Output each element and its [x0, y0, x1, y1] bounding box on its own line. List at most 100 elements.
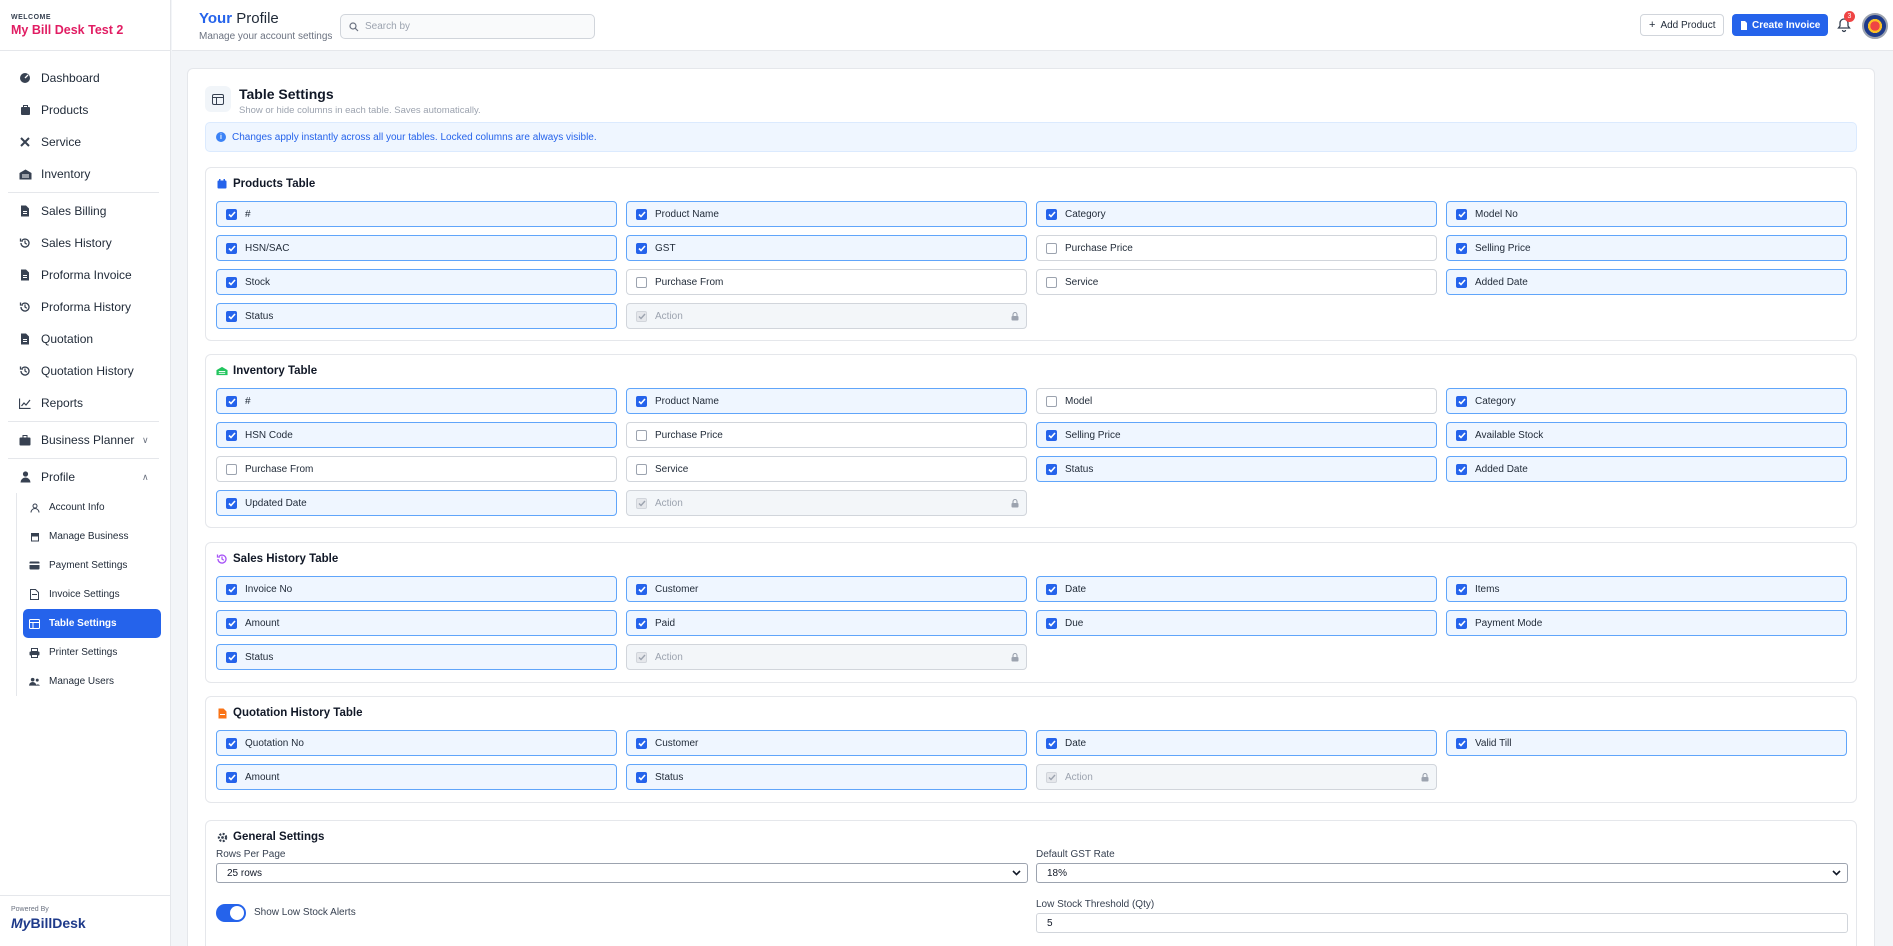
column-toggle-purchase-from[interactable]: Purchase From	[216, 456, 617, 482]
checkbox[interactable]	[226, 429, 237, 441]
column-toggle-payment-mode[interactable]: Payment Mode	[1446, 610, 1847, 636]
sidebar-item-dashboard[interactable]: Dashboard	[0, 62, 170, 94]
column-toggle-added-date[interactable]: Added Date	[1446, 456, 1847, 482]
column-toggle-service[interactable]: Service	[626, 456, 1027, 482]
sidebar-item-inventory[interactable]: Inventory	[0, 158, 170, 190]
column-toggle-amount[interactable]: Amount	[216, 610, 617, 636]
sidebar-item-profile[interactable]: Profile ∧	[0, 461, 170, 493]
submenu-item-invoice-settings[interactable]: Invoice Settings	[23, 580, 161, 609]
sidebar-item-proforma-history[interactable]: Proforma History	[0, 291, 170, 323]
column-toggle-date[interactable]: Date	[1036, 576, 1437, 602]
checkbox[interactable]	[1046, 276, 1057, 288]
column-toggle-selling-price[interactable]: Selling Price	[1446, 235, 1847, 261]
checkbox[interactable]	[226, 276, 237, 288]
checkbox[interactable]	[636, 395, 647, 407]
column-toggle-invoice-no[interactable]: Invoice No	[216, 576, 617, 602]
checkbox[interactable]	[226, 208, 237, 220]
column-toggle-customer[interactable]: Customer	[626, 730, 1027, 756]
checkbox[interactable]	[1456, 583, 1467, 595]
column-toggle-model[interactable]: Model	[1036, 388, 1437, 414]
checkbox[interactable]	[1456, 395, 1467, 407]
checkbox[interactable]	[1456, 208, 1467, 220]
column-toggle-status[interactable]: Status	[1036, 456, 1437, 482]
column-toggle-hsn-sac[interactable]: HSN/SAC	[216, 235, 617, 261]
column-toggle-category[interactable]: Category	[1446, 388, 1847, 414]
sidebar-item-quotation[interactable]: Quotation	[0, 323, 170, 355]
submenu-item-printer-settings[interactable]: Printer Settings	[23, 638, 161, 667]
create-invoice-button[interactable]: Create Invoice	[1732, 14, 1829, 36]
checkbox[interactable]	[1456, 276, 1467, 288]
sidebar-item-sales-history[interactable]: Sales History	[0, 227, 170, 259]
checkbox[interactable]	[1456, 617, 1467, 629]
column-toggle-due[interactable]: Due	[1036, 610, 1437, 636]
column-toggle-service[interactable]: Service	[1036, 269, 1437, 295]
column-toggle-items[interactable]: Items	[1446, 576, 1847, 602]
search-input[interactable]	[365, 21, 565, 32]
checkbox[interactable]	[1456, 737, 1467, 749]
checkbox[interactable]	[636, 463, 647, 475]
submenu-item-payment-settings[interactable]: Payment Settings	[23, 551, 161, 580]
checkbox[interactable]	[1046, 463, 1057, 475]
checkbox[interactable]	[226, 617, 237, 629]
column-toggle-available-stock[interactable]: Available Stock	[1446, 422, 1847, 448]
checkbox[interactable]	[1046, 395, 1057, 407]
checkbox[interactable]	[1046, 617, 1057, 629]
column-toggle-gst[interactable]: GST	[626, 235, 1027, 261]
column-toggle-status[interactable]: Status	[216, 644, 617, 670]
checkbox[interactable]	[226, 497, 237, 509]
column-toggle-date[interactable]: Date	[1036, 730, 1437, 756]
column-toggle-category[interactable]: Category	[1036, 201, 1437, 227]
sidebar-item-proforma-invoice[interactable]: Proforma Invoice	[0, 259, 170, 291]
column-toggle-quotation-no[interactable]: Quotation No	[216, 730, 617, 756]
avatar[interactable]	[1862, 13, 1888, 39]
submenu-item-manage-business[interactable]: Manage Business	[23, 522, 161, 551]
column-toggle-amount[interactable]: Amount	[216, 764, 617, 790]
checkbox[interactable]	[226, 651, 237, 663]
checkbox[interactable]	[226, 310, 237, 322]
search-box[interactable]	[340, 14, 595, 39]
submenu-item-manage-users[interactable]: Manage Users	[23, 667, 161, 696]
column-toggle-stock[interactable]: Stock	[216, 269, 617, 295]
low-stock-alerts-toggle[interactable]	[216, 904, 246, 922]
add-product-button[interactable]: + Add Product	[1640, 14, 1725, 36]
checkbox[interactable]	[226, 242, 237, 254]
column-toggle-selling-price[interactable]: Selling Price	[1036, 422, 1437, 448]
column-toggle-purchase-price[interactable]: Purchase Price	[626, 422, 1027, 448]
checkbox[interactable]	[636, 771, 647, 783]
sidebar-item-reports[interactable]: Reports	[0, 387, 170, 419]
column-toggle-customer[interactable]: Customer	[626, 576, 1027, 602]
sidebar-item-service[interactable]: Service	[0, 126, 170, 158]
checkbox[interactable]	[1456, 242, 1467, 254]
gst-rate-select[interactable]: 18%	[1036, 863, 1848, 883]
submenu-item-account-info[interactable]: Account Info	[23, 493, 161, 522]
sidebar-item-quotation-history[interactable]: Quotation History	[0, 355, 170, 387]
column-toggle-number[interactable]: #	[216, 388, 617, 414]
checkbox[interactable]	[636, 208, 647, 220]
column-toggle-status[interactable]: Status	[626, 764, 1027, 790]
column-toggle-model-no[interactable]: Model No	[1446, 201, 1847, 227]
checkbox[interactable]	[636, 617, 647, 629]
column-toggle-purchase-from[interactable]: Purchase From	[626, 269, 1027, 295]
sidebar-item-business-planner[interactable]: Business Planner ∨	[0, 424, 170, 456]
column-toggle-number[interactable]: #	[216, 201, 617, 227]
low-stock-threshold-input[interactable]: 5	[1036, 913, 1848, 933]
column-toggle-paid[interactable]: Paid	[626, 610, 1027, 636]
checkbox[interactable]	[1046, 208, 1057, 220]
column-toggle-added-date[interactable]: Added Date	[1446, 269, 1847, 295]
checkbox[interactable]	[1046, 737, 1057, 749]
checkbox[interactable]	[226, 737, 237, 749]
column-toggle-product-name[interactable]: Product Name	[626, 388, 1027, 414]
sidebar-item-products[interactable]: Products	[0, 94, 170, 126]
column-toggle-product-name[interactable]: Product Name	[626, 201, 1027, 227]
column-toggle-valid-till[interactable]: Valid Till	[1446, 730, 1847, 756]
checkbox[interactable]	[1046, 242, 1057, 254]
column-toggle-updated-date[interactable]: Updated Date	[216, 490, 617, 516]
checkbox[interactable]	[226, 395, 237, 407]
checkbox[interactable]	[1046, 583, 1057, 595]
sidebar-item-sales-billing[interactable]: Sales Billing	[0, 195, 170, 227]
checkbox[interactable]	[636, 429, 647, 441]
checkbox[interactable]	[636, 737, 647, 749]
checkbox[interactable]	[636, 276, 647, 288]
checkbox[interactable]	[1456, 463, 1467, 475]
submenu-item-table-settings[interactable]: Table Settings	[23, 609, 161, 638]
